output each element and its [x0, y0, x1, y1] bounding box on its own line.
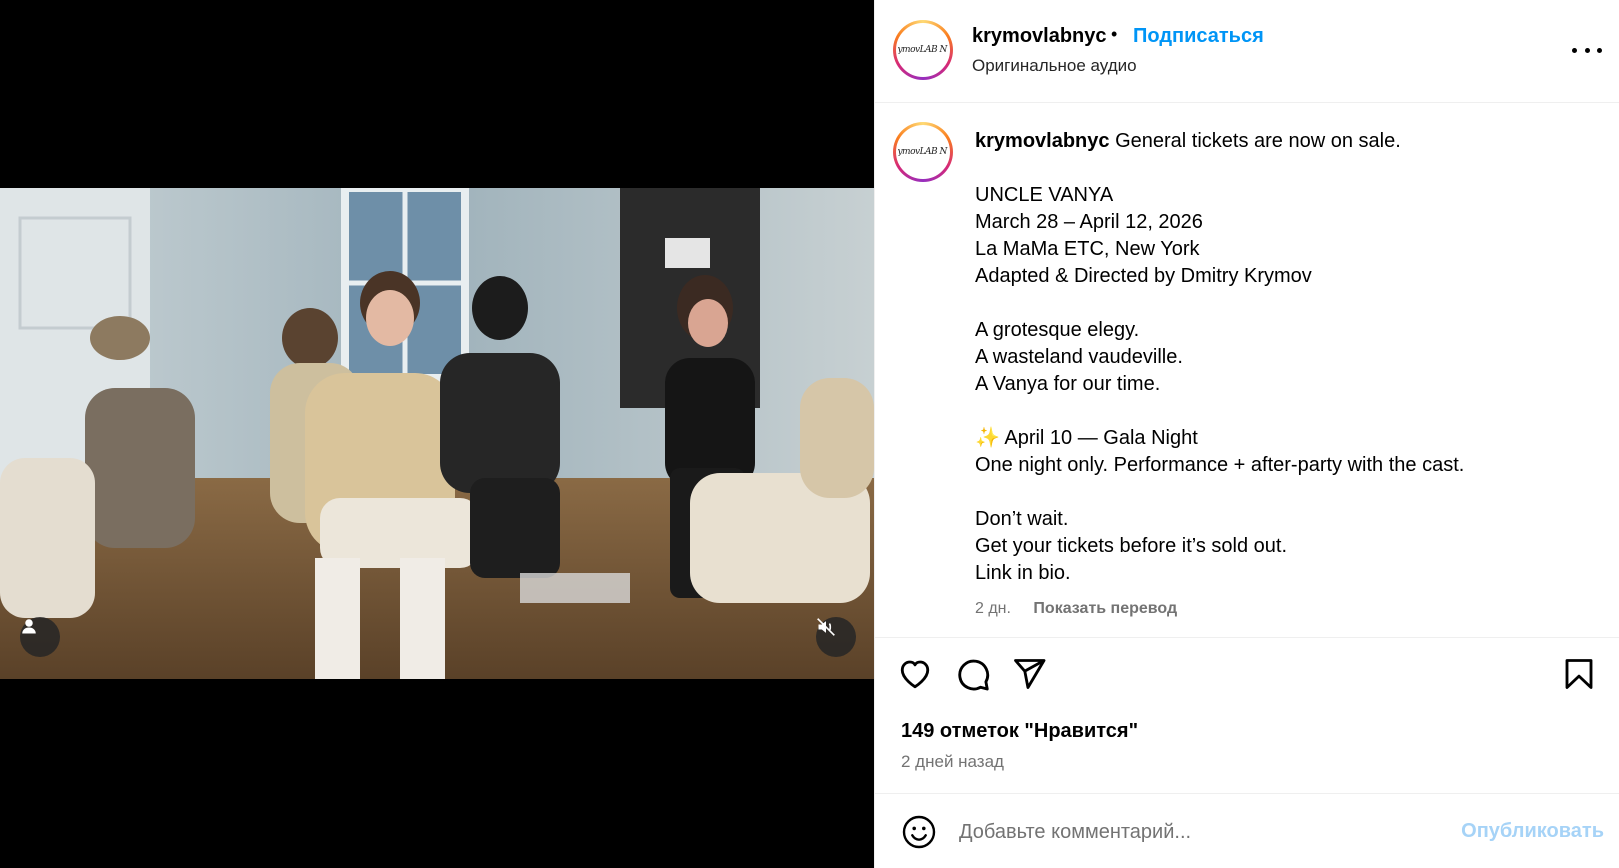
post-timestamp[interactable]: 2 дней назад: [901, 752, 1004, 772]
caption-body: General tickets are now on sale. UNCLE V…: [975, 130, 1465, 584]
avatar-logo: KrymovLAB NYC: [897, 147, 948, 157]
post-panel: KrymovLAB NYC krymovlabnyc • Подписаться…: [874, 0, 1619, 868]
bookmark-icon[interactable]: [1561, 656, 1597, 692]
media-area: [0, 0, 874, 868]
video-player[interactable]: [0, 188, 874, 679]
video-frame-image: [0, 188, 874, 679]
likes-count[interactable]: 149 отметок "Нравится": [901, 720, 1138, 743]
avatar-logo: KrymovLAB NYC: [897, 45, 948, 55]
comment-icon[interactable]: [955, 656, 991, 692]
comment-input[interactable]: [959, 812, 1429, 852]
avatar[interactable]: KrymovLAB NYC: [893, 20, 953, 80]
emoji-icon[interactable]: [901, 814, 937, 850]
user-tag-icon: [22, 619, 36, 634]
show-translation-link[interactable]: Показать перевод: [1033, 600, 1177, 617]
publish-button[interactable]: Опубликовать: [1461, 820, 1604, 843]
tag-user-button[interactable]: [20, 617, 60, 657]
separator-dot: •: [1111, 24, 1118, 44]
username-link[interactable]: krymovlabnyc: [972, 25, 1107, 48]
caption-section: KrymovLAB NYC krymovlabnyc General ticke…: [875, 104, 1619, 638]
caption-text: krymovlabnyc General tickets are now on …: [975, 128, 1595, 587]
post-header: KrymovLAB NYC krymovlabnyc • Подписаться…: [875, 0, 1619, 103]
more-icon: [1572, 47, 1577, 53]
original-audio-link[interactable]: Оригинальное аудио: [972, 56, 1137, 76]
mute-toggle-button[interactable]: [816, 617, 856, 657]
caption-meta: 2 дн. Показать перевод: [975, 600, 1177, 618]
caption-avatar[interactable]: KrymovLAB NYC: [893, 122, 953, 182]
share-icon[interactable]: [1011, 656, 1047, 692]
heart-icon[interactable]: [897, 656, 933, 692]
caption-age: 2 дн.: [975, 600, 1011, 617]
comment-composer: Опубликовать: [875, 793, 1619, 868]
follow-button[interactable]: Подписаться: [1133, 25, 1264, 48]
action-bar: [875, 638, 1619, 710]
muted-speaker-icon: [817, 618, 835, 636]
caption-username-link[interactable]: krymovlabnyc: [975, 130, 1110, 152]
more-options-button[interactable]: [1572, 40, 1602, 60]
